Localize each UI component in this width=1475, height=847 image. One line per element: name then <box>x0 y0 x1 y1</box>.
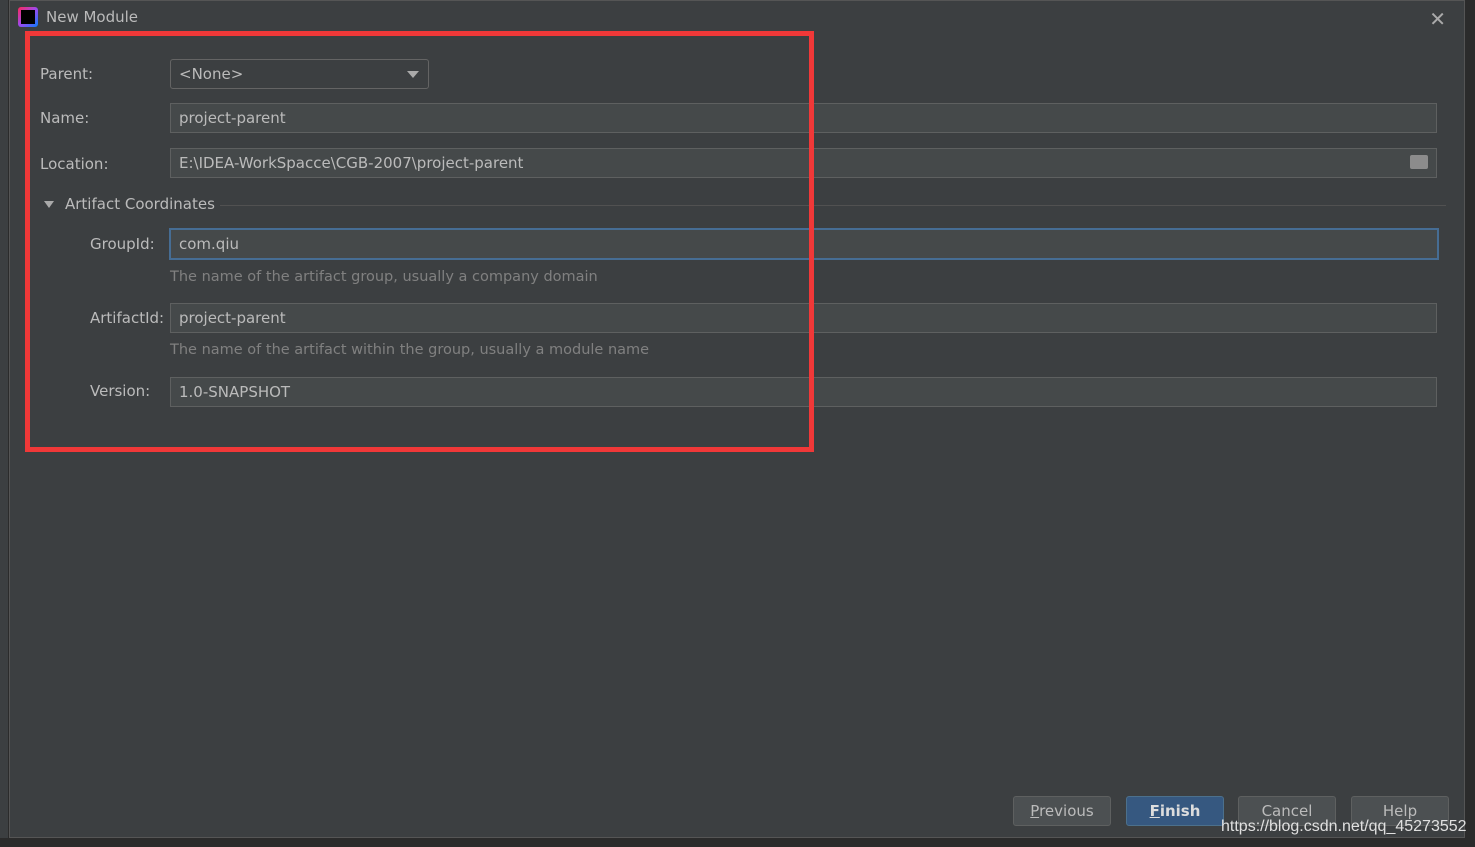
background-ide <box>0 0 9 847</box>
close-icon[interactable]: ✕ <box>1429 7 1446 31</box>
intellij-logo-icon <box>18 7 38 27</box>
title-bar: New Module <box>18 7 138 27</box>
background-bottom <box>0 838 1475 847</box>
finish-button[interactable]: Finish <box>1126 796 1224 826</box>
new-module-dialog: New Module ✕ Parent: <None> Name: Locati… <box>9 0 1465 838</box>
folder-icon[interactable] <box>1410 155 1428 169</box>
previous-button[interactable]: Previous <box>1013 796 1111 826</box>
dialog-title: New Module <box>46 8 139 26</box>
background-right <box>1466 0 1475 847</box>
watermark: https://blog.csdn.net/qq_45273552 <box>1221 818 1467 835</box>
highlight-box <box>25 31 814 452</box>
